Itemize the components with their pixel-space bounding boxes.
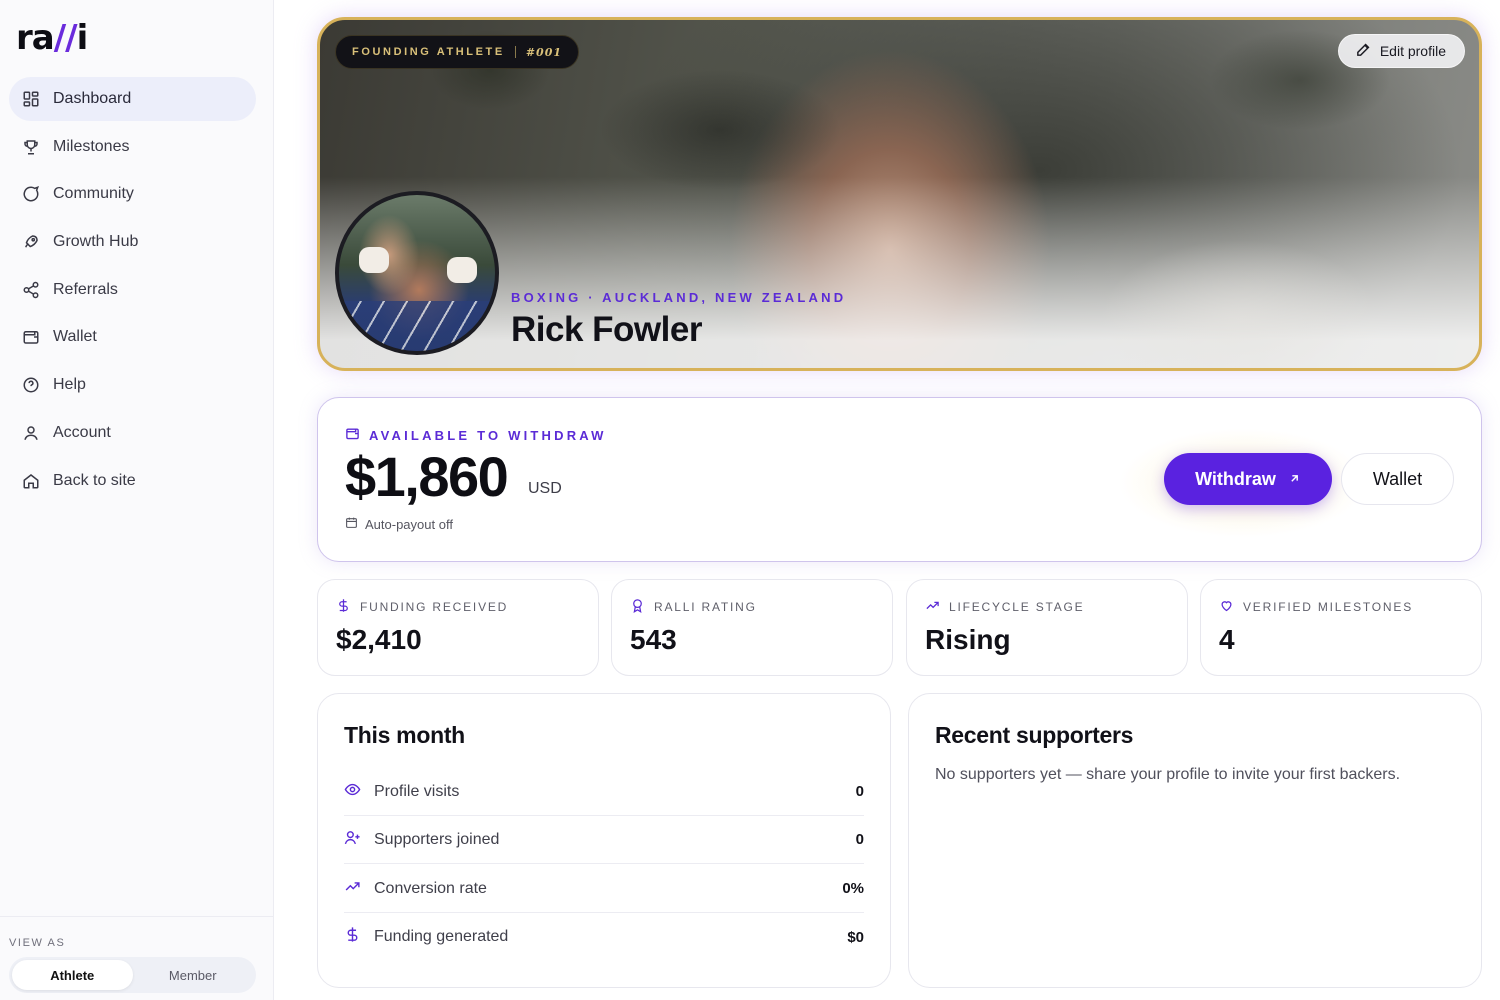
sidebar: ra//i Dashboard Milestones Community Gro…: [0, 0, 274, 1000]
dollar-icon: [336, 598, 360, 616]
metric-label: Conversion rate: [374, 879, 487, 897]
view-as-label: VIEW AS: [9, 937, 66, 949]
heart-icon: [1219, 598, 1243, 616]
stat-funding-received: FUNDING RECEIVED $2,410: [317, 579, 599, 676]
view-as-member-option[interactable]: Member: [133, 960, 254, 990]
withdraw-button[interactable]: Withdraw: [1164, 453, 1332, 505]
metric-value: 0%: [842, 880, 864, 897]
stat-value: $2,410: [336, 624, 422, 655]
currency-code: USD: [528, 480, 562, 497]
stat-label: VERIFIED MILESTONES: [1243, 600, 1414, 614]
sidebar-item-label: Dashboard: [53, 90, 132, 107]
avatar-glove-right: [447, 257, 477, 283]
edit-profile-label: Edit profile: [1379, 43, 1446, 59]
sidebar-nav: Dashboard Milestones Community Growth Hu…: [9, 77, 256, 506]
founding-athlete-badge: FOUNDING ATHLETE #001: [335, 35, 580, 69]
sidebar-item-milestones[interactable]: Milestones: [9, 125, 256, 169]
dashboard-icon: [22, 90, 40, 108]
badge-divider: [514, 46, 516, 58]
wallet-icon: [345, 426, 369, 444]
athlete-avatar: [335, 191, 499, 355]
metric-row-funding-generated: Funding generated $0: [344, 913, 864, 961]
arrow-up-right-icon: [1276, 469, 1301, 490]
view-as-section: VIEW AS Athlete Member: [0, 916, 273, 1000]
trending-up-icon: [344, 878, 374, 900]
sidebar-item-label: Milestones: [53, 137, 130, 155]
sidebar-item-label: Account: [53, 423, 111, 441]
withdraw-label: Withdraw: [1195, 468, 1276, 489]
wallet-icon: [22, 328, 40, 346]
user-plus-icon: [344, 829, 374, 851]
edit-profile-button[interactable]: Edit profile: [1337, 34, 1465, 68]
this-month-title: This month: [344, 722, 465, 748]
stat-ralli-rating: RALLI RATING 543: [611, 579, 893, 676]
ralli-logo[interactable]: ra//i: [16, 18, 88, 58]
award-icon: [630, 598, 654, 616]
avatar-glove-left: [359, 247, 389, 273]
metric-label: Profile visits: [374, 782, 460, 800]
sidebar-item-account[interactable]: Account: [9, 411, 256, 455]
this-month-card: This month Profile visits 0 Supporters j…: [317, 693, 891, 988]
sidebar-item-label: Help: [53, 376, 86, 394]
trending-up-icon: [925, 598, 949, 616]
pencil-icon: [1355, 41, 1380, 61]
stat-lifecycle-stage: LIFECYCLE STAGE Rising: [906, 579, 1188, 676]
sidebar-item-referrals[interactable]: Referrals: [9, 268, 256, 312]
available-to-withdraw-card: AVAILABLE TO WITHDRAW $1,860 USD Auto-pa…: [317, 397, 1482, 562]
wallet-button[interactable]: Wallet: [1341, 453, 1454, 505]
trophy-icon: [22, 138, 40, 156]
profile-hero-banner: FOUNDING ATHLETE #001 Edit profile BOXIN…: [317, 17, 1482, 371]
metric-value: 0: [855, 783, 864, 800]
stat-label: RALLI RATING: [654, 600, 757, 614]
metric-label: Supporters joined: [374, 830, 500, 848]
stat-label: FUNDING RECEIVED: [360, 600, 509, 614]
stat-value: 543: [630, 624, 677, 655]
view-as-athlete-option[interactable]: Athlete: [12, 960, 133, 990]
sidebar-item-help[interactable]: Help: [9, 363, 256, 407]
available-label: AVAILABLE TO WITHDRAW: [345, 426, 607, 444]
available-amount: $1,860: [345, 445, 509, 508]
stat-label: LIFECYCLE STAGE: [949, 600, 1085, 614]
calendar-icon: [345, 516, 365, 532]
sidebar-item-label: Referrals: [53, 280, 118, 298]
badge-number: #001: [525, 45, 563, 59]
sidebar-item-label: Growth Hub: [53, 233, 139, 251]
sidebar-item-dashboard[interactable]: Dashboard: [9, 77, 256, 121]
sidebar-item-label: Community: [53, 185, 134, 203]
recent-supporters-empty-text: No supporters yet — share your profile t…: [935, 766, 1401, 783]
rocket-icon: [22, 233, 40, 251]
eye-icon: [344, 781, 374, 803]
metric-value: $0: [847, 928, 864, 946]
stat-value: 4: [1219, 624, 1235, 655]
user-icon: [22, 424, 40, 442]
sidebar-item-label: Back to site: [53, 471, 136, 489]
dollar-icon: [344, 926, 374, 948]
sidebar-item-wallet[interactable]: Wallet: [9, 315, 256, 359]
sidebar-item-growth-hub[interactable]: Growth Hub: [9, 220, 256, 264]
sidebar-item-community[interactable]: Community: [9, 172, 256, 216]
home-icon: [22, 472, 40, 490]
metric-row-profile-visits: Profile visits 0: [344, 768, 864, 816]
view-as-toggle: Athlete Member: [9, 957, 256, 993]
sidebar-item-label: Wallet: [53, 328, 97, 346]
recent-supporters-card: Recent supporters No supporters yet — sh…: [908, 693, 1482, 988]
metric-value: 0: [855, 831, 864, 848]
badge-text: FOUNDING ATHLETE: [352, 46, 505, 58]
stat-verified-milestones: VERIFIED MILESTONES 4: [1200, 579, 1482, 676]
help-circle-icon: [22, 376, 40, 394]
metric-label: Funding generated: [374, 928, 509, 945]
metric-row-conversion-rate: Conversion rate 0%: [344, 865, 864, 913]
sport-location: BOXING · AUCKLAND, NEW ZEALAND: [511, 290, 847, 305]
stat-value: Rising: [925, 624, 1011, 655]
avatar-court-backdrop: [339, 301, 495, 351]
athlete-name: Rick Fowler: [511, 310, 702, 349]
recent-supporters-title: Recent supporters: [935, 722, 1134, 748]
metric-row-supporters-joined: Supporters joined 0: [344, 816, 864, 864]
sidebar-item-back-to-site[interactable]: Back to site: [9, 459, 256, 503]
share-icon: [22, 281, 40, 299]
auto-payout-status: Auto-payout off: [345, 516, 453, 532]
chat-bubble-icon: [22, 185, 40, 203]
